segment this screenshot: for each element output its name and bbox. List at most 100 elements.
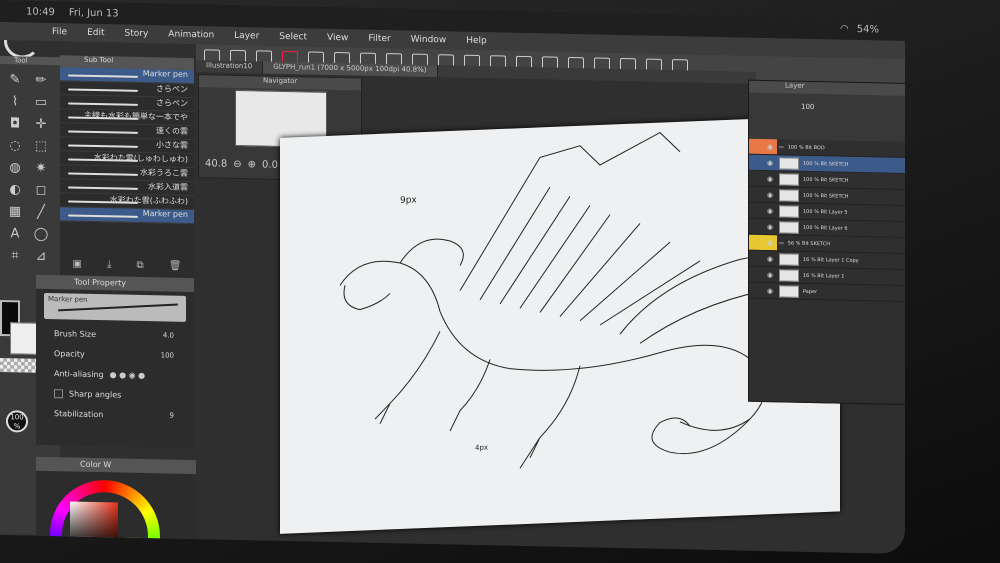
- brush-tool-icon[interactable]: ⌇: [6, 94, 24, 110]
- opacity-label: Opacity: [54, 348, 85, 359]
- layer-label: 16 % Bit Layer 1 Copy: [803, 256, 859, 264]
- dragon-jaw-line: [343, 285, 391, 311]
- pencil-tool-icon[interactable]: ✏: [32, 73, 50, 89]
- eye-icon[interactable]: ◉: [767, 255, 775, 263]
- stabilization-row[interactable]: Stabilization 9: [36, 403, 194, 426]
- menu-story[interactable]: Story: [125, 29, 149, 39]
- layer-thumbnail: [779, 252, 799, 266]
- stabilization-value[interactable]: 9: [170, 412, 174, 420]
- layer-label: 100 % Bit Layer 6: [803, 224, 848, 232]
- navigator-zoom-value[interactable]: 40.8: [205, 158, 227, 169]
- download-icon[interactable]: ⤓: [107, 259, 111, 270]
- screen: 10:49 Fri, Jun 13 ◠ 54% File Edit Story …: [0, 0, 905, 554]
- dragon-tail-curl: [651, 417, 751, 455]
- line-tool-icon[interactable]: ╱: [32, 205, 50, 221]
- subtool-settings-icon[interactable]: ▣: [73, 259, 82, 270]
- layer-label: 100 % Bit SKETCH: [803, 160, 849, 168]
- shape-tool-icon[interactable]: ◻: [32, 183, 50, 199]
- eraser-tool-icon[interactable]: ▭: [32, 95, 50, 111]
- balloon-tool-icon[interactable]: ◯: [32, 227, 50, 243]
- layer-panel: Layer 100 ◉ ▭ 100 % Bit BOD ◉ 100 % Bit SKE…: [748, 79, 905, 406]
- brush-size-value[interactable]: 4.0: [163, 331, 174, 339]
- tool-property-header: Tool Property: [36, 274, 194, 293]
- tab-illustration[interactable]: Illustration10: [196, 60, 264, 74]
- layer-label: 100 % Bit SKETCH: [803, 192, 849, 200]
- menu-window[interactable]: Window: [411, 35, 447, 46]
- eye-icon[interactable]: ◉: [767, 159, 775, 167]
- status-date: Fri, Jun 13: [68, 6, 119, 19]
- dragon-hind-leg: [519, 365, 581, 469]
- eye-icon[interactable]: ◉: [767, 143, 775, 151]
- menu-view[interactable]: View: [327, 33, 348, 43]
- color-wheel-panel: Color W: [36, 456, 196, 554]
- zoom-in-icon[interactable]: ⊕: [248, 159, 256, 170]
- layer-opacity-value[interactable]: 100: [801, 103, 814, 111]
- layer-thumbnail: [779, 284, 799, 298]
- layer-label: 16 % Bit Layer 1: [803, 272, 845, 280]
- eye-icon[interactable]: ◉: [767, 239, 775, 247]
- layer-thumbnail: [779, 156, 799, 170]
- eye-icon[interactable]: ◉: [767, 271, 775, 279]
- dragon-body-line: [339, 260, 766, 431]
- eye-icon[interactable]: ◉: [767, 207, 775, 215]
- eyedropper-tool-icon[interactable]: ⊿: [32, 249, 50, 265]
- lasso-tool-icon[interactable]: ◌: [6, 138, 24, 154]
- menu-select[interactable]: Select: [279, 32, 307, 43]
- navigator-header: Navigator: [199, 75, 361, 91]
- status-right: ◠ 54%: [840, 23, 879, 35]
- select-tool-icon[interactable]: ⬚: [32, 139, 50, 155]
- anti-aliasing-label: Anti-aliasing: [54, 368, 104, 379]
- text-tool-icon[interactable]: A: [6, 226, 24, 242]
- gradient-tool-icon[interactable]: ◐: [6, 182, 24, 198]
- dragon-crest-line: [399, 238, 464, 266]
- zoom-out-icon[interactable]: ⊖: [233, 158, 241, 169]
- frame-tool-icon[interactable]: ▦: [6, 204, 24, 220]
- eye-icon[interactable]: ◉: [767, 287, 775, 295]
- subtool-panel: Sub Tool Marker pen さらペン さらペン 主線も水彩も簡単な一…: [60, 55, 194, 279]
- layer-label: 100 % Bit Layer 5: [803, 208, 848, 216]
- fill-tool-icon[interactable]: ◘: [6, 116, 24, 132]
- menu-edit[interactable]: Edit: [87, 28, 104, 38]
- eye-icon[interactable]: ◉: [767, 223, 775, 231]
- status-time: 10:49: [26, 6, 55, 18]
- menu-animation[interactable]: Animation: [168, 30, 214, 41]
- sharp-angles-label: Sharp angles: [69, 388, 122, 400]
- color-wheel-header: Color W: [36, 456, 196, 475]
- subtool-footer: ▣ ⤓ ⧉ 🗑: [60, 258, 194, 272]
- ruler-tool-icon[interactable]: ⌗: [6, 248, 24, 264]
- checkbox-icon[interactable]: [54, 388, 63, 398]
- menu-filter[interactable]: Filter: [368, 34, 390, 44]
- blend-tool-icon[interactable]: ◍: [6, 160, 24, 176]
- layer-thumbnail: [779, 268, 799, 282]
- layer-toolbar: 100: [749, 92, 905, 142]
- folder-icon: ▭: [779, 143, 784, 150]
- pen-tool-icon[interactable]: ✎: [6, 72, 24, 88]
- duplicate-icon[interactable]: ⧉: [137, 260, 144, 271]
- brush-name: Marker pen: [48, 295, 88, 304]
- anti-aliasing-icon[interactable]: ● ● ◉ ●: [110, 370, 146, 380]
- zoom-dial[interactable]: 100 %: [6, 410, 28, 433]
- move-tool-icon[interactable]: ✛: [32, 117, 50, 133]
- layer-label: 100 % Bit SKETCH: [803, 176, 849, 184]
- dragon-front-leg: [374, 331, 441, 425]
- menu-file[interactable]: File: [52, 27, 67, 37]
- canvas-note-4px: 4px: [475, 444, 488, 453]
- opacity-value[interactable]: 100: [161, 351, 174, 359]
- trash-icon[interactable]: 🗑: [169, 261, 182, 272]
- layer-label: 100 % Bit BOD: [787, 144, 825, 151]
- menu-layer[interactable]: Layer: [234, 31, 259, 42]
- eye-icon[interactable]: ◉: [767, 175, 775, 183]
- layer-thumbnail: [779, 220, 799, 234]
- layer-thumbnail: [779, 204, 799, 218]
- tab-glyph[interactable]: GLYPH_run1 (7000 x 5000px 100dpi 40.8%): [263, 61, 438, 78]
- layer-label: 56 % Bit SKETCH: [787, 240, 831, 247]
- transparent-color-swatch[interactable]: [0, 358, 36, 373]
- layer-row[interactable]: ◉ Paper: [749, 282, 905, 302]
- layer-thumbnail: [779, 172, 799, 186]
- sparkle-tool-icon[interactable]: ✷: [32, 161, 50, 177]
- eye-icon[interactable]: ◉: [767, 191, 775, 199]
- navigator-rotation-value[interactable]: 0.0: [262, 159, 278, 170]
- subtool-item[interactable]: Marker pen: [60, 207, 194, 225]
- menu-help[interactable]: Help: [466, 36, 487, 46]
- dragon-mid-leg: [449, 359, 491, 432]
